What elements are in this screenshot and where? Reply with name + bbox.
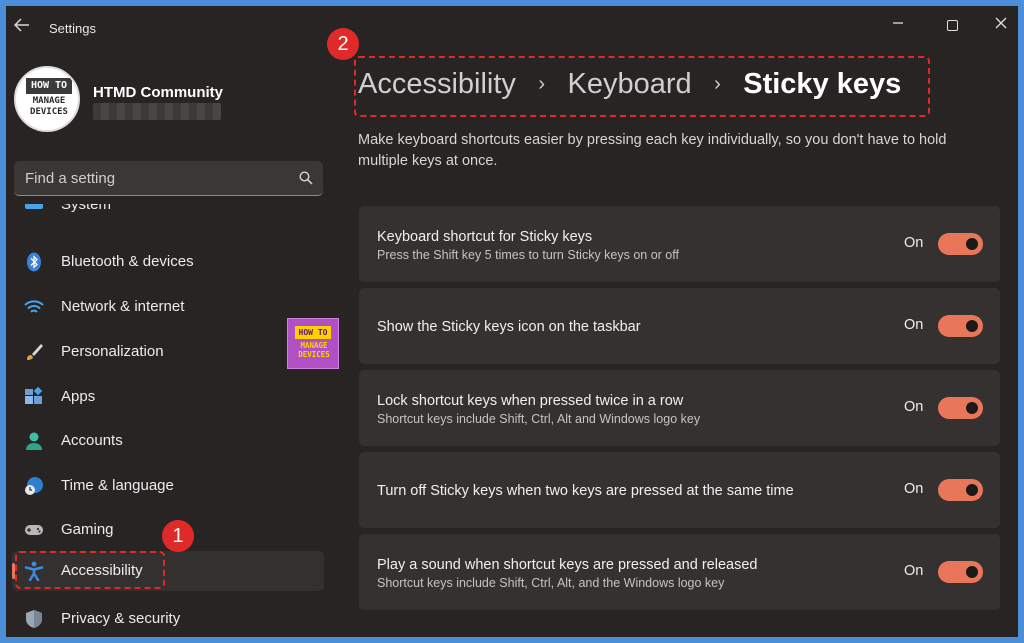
apps-icon — [25, 387, 43, 404]
sidebar-item-label: System — [61, 204, 112, 213]
setting-turn-off-two-keys: Turn off Sticky keys when two keys are p… — [359, 452, 1000, 528]
search-box[interactable] — [14, 161, 323, 196]
sidebar-item-label: Network & internet — [61, 298, 185, 315]
setting-subtitle: Shortcut keys include Shift, Ctrl, Alt a… — [377, 412, 701, 426]
back-arrow-icon[interactable] — [12, 18, 32, 36]
watermark-top: HOW TO — [295, 326, 331, 339]
title-bar: Settings — [6, 6, 1018, 46]
watermark-line: MANAGE — [300, 341, 328, 350]
setting-title: Lock shortcut keys when pressed twice in… — [377, 393, 684, 409]
app-title: Settings — [49, 21, 96, 36]
avatar[interactable]: HOW TO MANAGE DEVICES — [14, 66, 80, 132]
user-name: HTMD Community — [93, 84, 223, 101]
sidebar-item-apps[interactable]: Apps — [12, 377, 324, 417]
toggle-knob — [966, 402, 978, 414]
toggle-knob — [966, 566, 978, 578]
setting-title: Show the Sticky keys icon on the taskbar — [377, 319, 641, 335]
toggle-knob — [966, 238, 978, 250]
toggle-switch[interactable] — [938, 397, 983, 419]
watermark-bottom: MANAGE DEVICES — [291, 341, 337, 359]
annotation-badge-2: 2 — [327, 28, 359, 60]
wifi-icon — [24, 300, 44, 313]
search-icon[interactable] — [299, 171, 313, 185]
sidebar-item-time-language[interactable]: Time & language — [12, 466, 324, 506]
avatar-logo-top: HOW TO — [26, 78, 72, 94]
watermark-logo: HOW TO MANAGE DEVICES — [287, 318, 339, 369]
toggle-state-label: On — [904, 481, 924, 497]
setting-keyboard-shortcut: Keyboard shortcut for Sticky keys Press … — [359, 206, 1000, 282]
user-email-redacted — [93, 103, 221, 120]
page-description: Make keyboard shortcuts easier by pressi… — [358, 132, 947, 169]
globe-clock-icon — [25, 477, 43, 495]
toggle-knob — [966, 320, 978, 332]
annotation-box-accessibility — [15, 551, 165, 589]
avatar-logo-line: DEVICES — [30, 107, 68, 117]
search-input[interactable] — [14, 161, 284, 195]
annotation-badge-1: 1 — [162, 520, 194, 552]
setting-title: Keyboard shortcut for Sticky keys — [377, 229, 593, 245]
sidebar-item-label: Gaming — [61, 521, 114, 538]
toggle-switch[interactable] — [938, 561, 983, 583]
sidebar-item-label: Accounts — [61, 432, 123, 449]
gamepad-icon — [25, 525, 43, 535]
sidebar-item-label: Privacy & security — [61, 610, 181, 627]
sidebar-item-label: Apps — [61, 388, 96, 405]
avatar-logo-bottom: MANAGE DEVICES — [22, 96, 76, 118]
bluetooth-icon — [27, 252, 41, 272]
shield-icon — [26, 610, 42, 628]
maximize-icon — [946, 19, 958, 31]
toggle-switch[interactable] — [938, 479, 983, 501]
sidebar-item-network[interactable]: Network & internet — [12, 287, 324, 327]
settings-window: Settings HOW TO MANAGE DEVICES HTMD Comm… — [6, 6, 1018, 637]
sidebar-item-accounts[interactable]: Accounts — [12, 421, 324, 461]
sidebar-item-bluetooth[interactable]: Bluetooth & devices — [12, 242, 324, 282]
toggle-state-label: On — [904, 317, 924, 333]
sidebar-item-privacy-security[interactable]: Privacy & security — [12, 599, 324, 637]
watermark-line: DEVICES — [298, 350, 330, 359]
sidebar-item-label: Bluetooth & devices — [61, 253, 194, 270]
setting-lock-shortcut-keys: Lock shortcut keys when pressed twice in… — [359, 370, 1000, 446]
minimize-button[interactable] — [878, 12, 918, 38]
toggle-knob — [966, 484, 978, 496]
monitor-icon — [25, 204, 43, 209]
brush-icon — [27, 344, 43, 360]
toggle-switch[interactable] — [938, 315, 983, 337]
sidebar-item-system[interactable]: System — [12, 204, 324, 216]
setting-subtitle: Press the Shift key 5 times to turn Stic… — [377, 248, 679, 262]
toggle-state-label: On — [904, 563, 924, 579]
setting-title: Play a sound when shortcut keys are pres… — [377, 557, 758, 573]
setting-title: Turn off Sticky keys when two keys are p… — [377, 483, 794, 499]
sidebar-item-personalization[interactable]: Personalization — [12, 332, 324, 372]
person-icon — [26, 432, 42, 450]
setting-taskbar-icon: Show the Sticky keys icon on the taskbar… — [359, 288, 1000, 364]
sidebar-item-label: Personalization — [61, 343, 164, 360]
setting-subtitle: Shortcut keys include Shift, Ctrl, Alt, … — [377, 576, 725, 590]
setting-play-sound: Play a sound when shortcut keys are pres… — [359, 534, 1000, 610]
avatar-logo-line: MANAGE — [32, 96, 66, 106]
annotation-box-breadcrumb — [354, 56, 930, 117]
toggle-switch[interactable] — [938, 233, 983, 255]
toggle-state-label: On — [904, 399, 924, 415]
sidebar-item-label: Time & language — [61, 477, 174, 494]
close-button[interactable] — [981, 12, 1018, 38]
maximize-button[interactable] — [932, 12, 972, 38]
toggle-state-label: On — [904, 235, 924, 251]
